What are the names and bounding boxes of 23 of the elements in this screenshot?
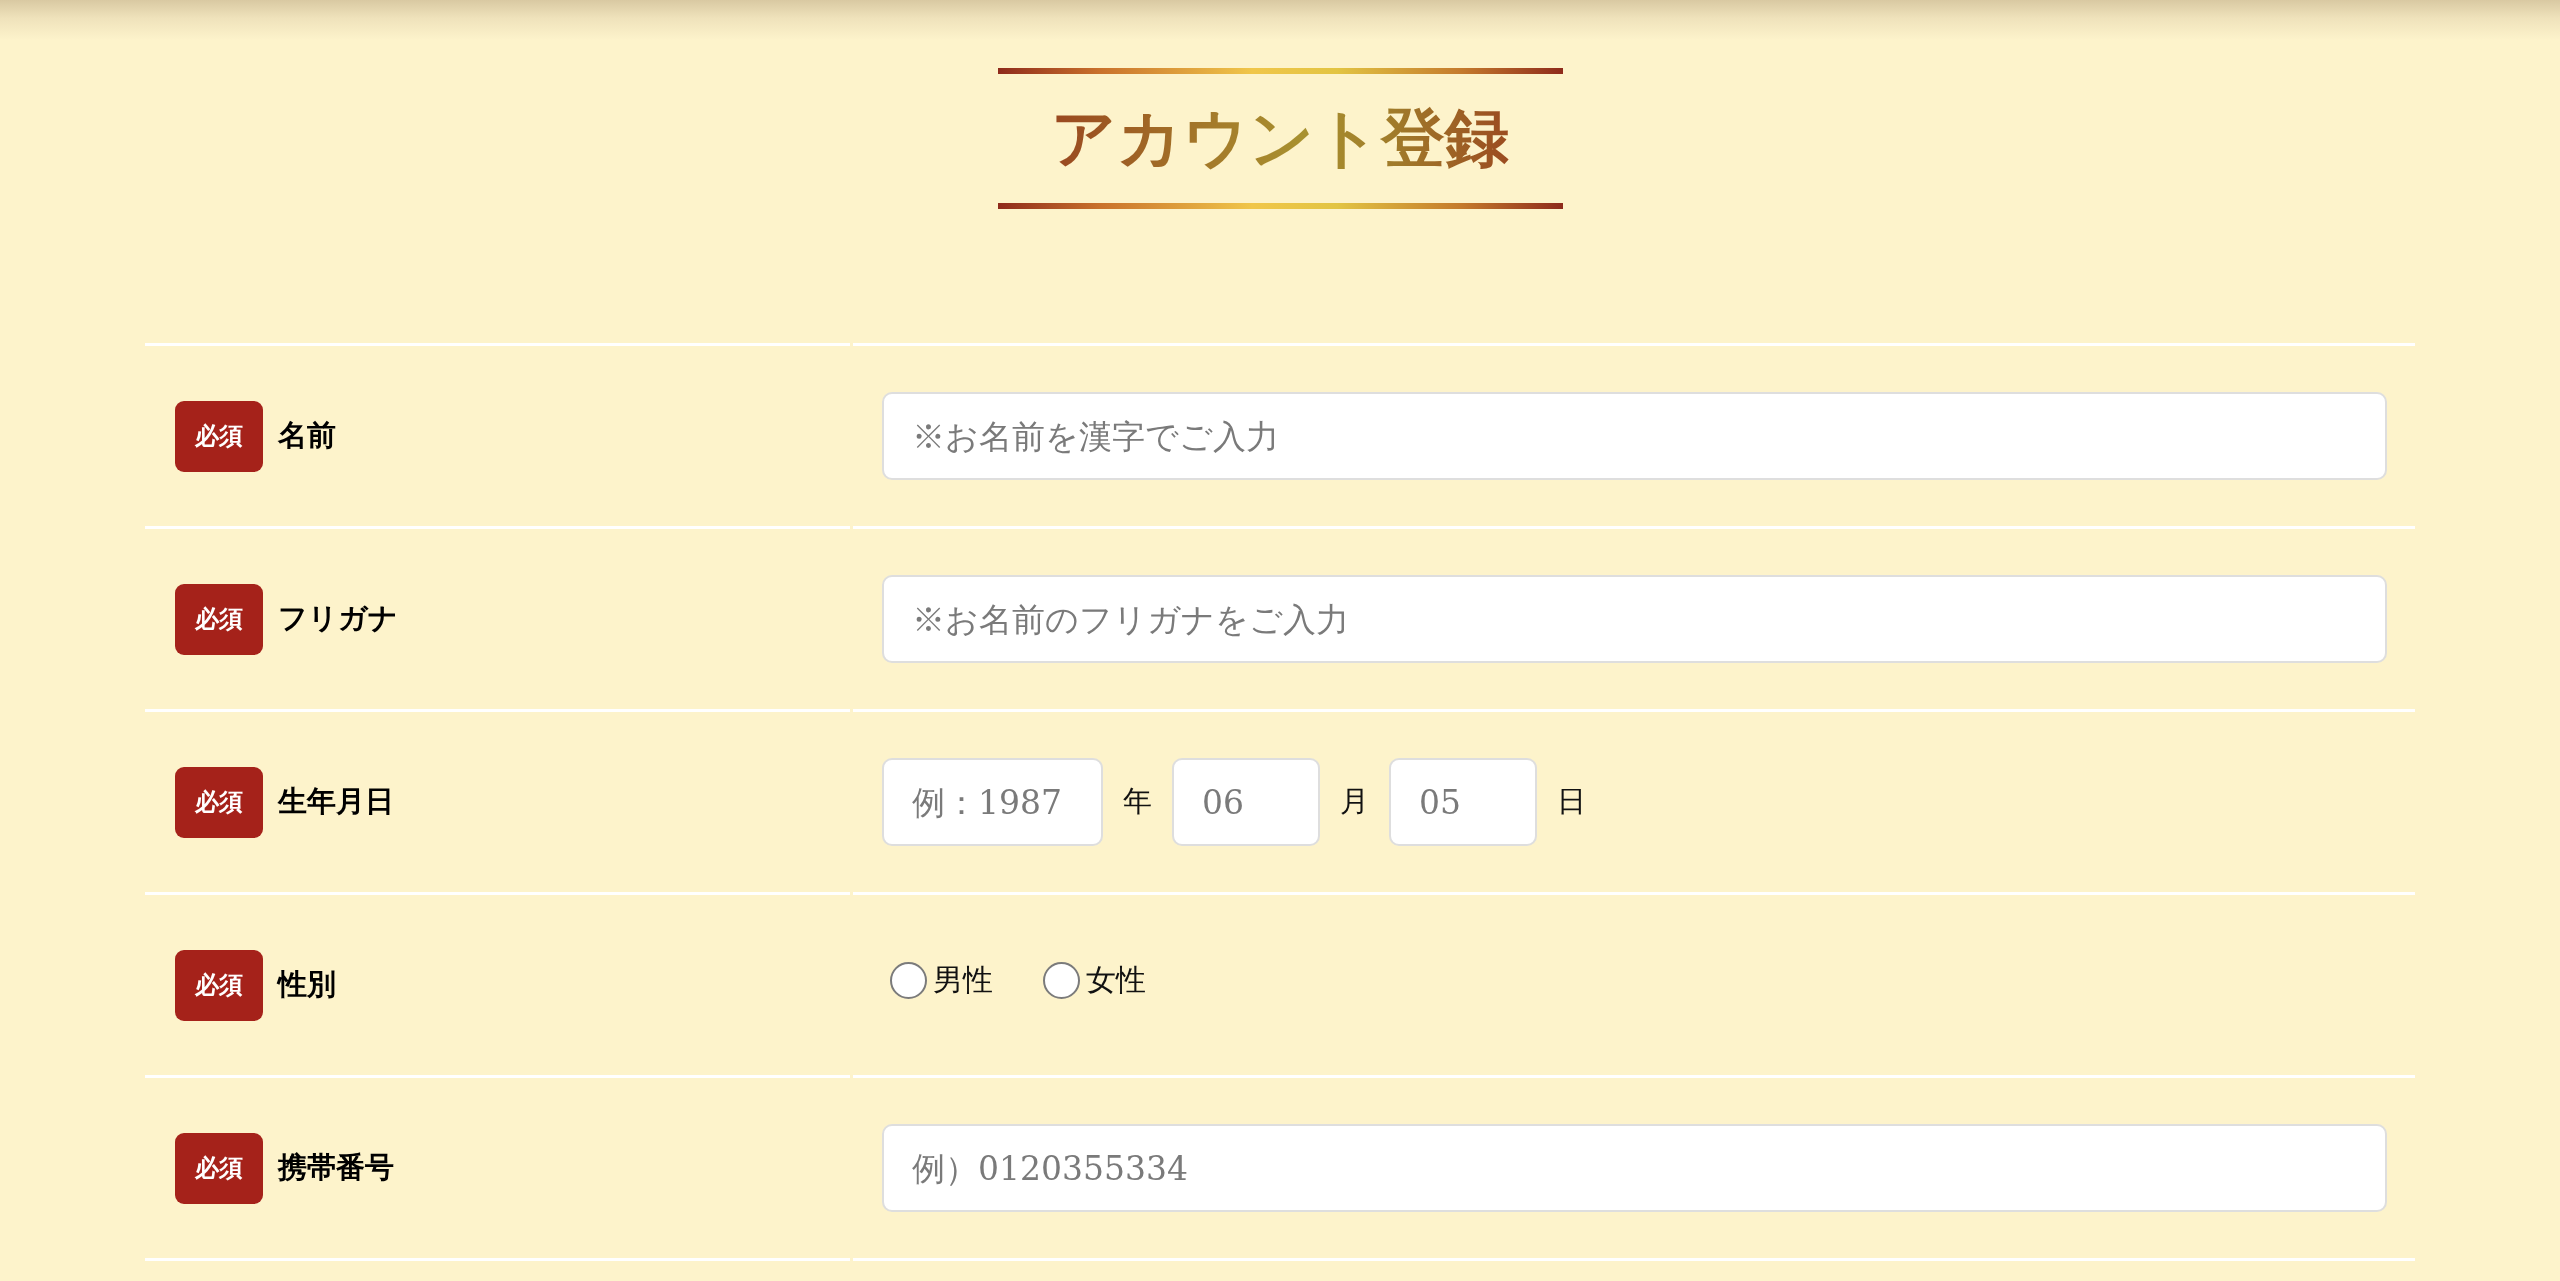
field-label: フリガナ: [278, 600, 398, 637]
field-label: 携帯番号: [278, 1149, 394, 1186]
required-badge: 必須: [175, 400, 263, 472]
date-unit-label: 年: [1123, 783, 1152, 820]
text-field[interactable]: ※お名前を漢字でご入力: [882, 392, 2387, 480]
text-field[interactable]: ※お名前のフリガナをご入力: [882, 575, 2387, 663]
radio-button[interactable]: [890, 961, 927, 999]
field-label: 生年月日: [278, 783, 394, 820]
required-badge: 必須: [175, 1132, 263, 1204]
radio-label[interactable]: 男性: [933, 959, 993, 1001]
required-badge: 必須: [175, 766, 263, 838]
field-label: 名前: [278, 417, 336, 454]
radio-button[interactable]: [1043, 961, 1080, 999]
date-unit-label: 日: [1557, 783, 1586, 820]
field-label: 性別: [278, 966, 336, 1003]
text-field[interactable]: 例）0120355334: [882, 1124, 2387, 1212]
radio-label[interactable]: 女性: [1086, 959, 1146, 1001]
date-field[interactable]: 例：1987: [882, 758, 1103, 846]
date-field[interactable]: 05: [1389, 758, 1537, 846]
date-field[interactable]: 06: [1172, 758, 1320, 846]
date-unit-label: 月: [1340, 783, 1369, 820]
required-badge: 必須: [175, 583, 263, 655]
required-badge: 必須: [175, 949, 263, 1021]
